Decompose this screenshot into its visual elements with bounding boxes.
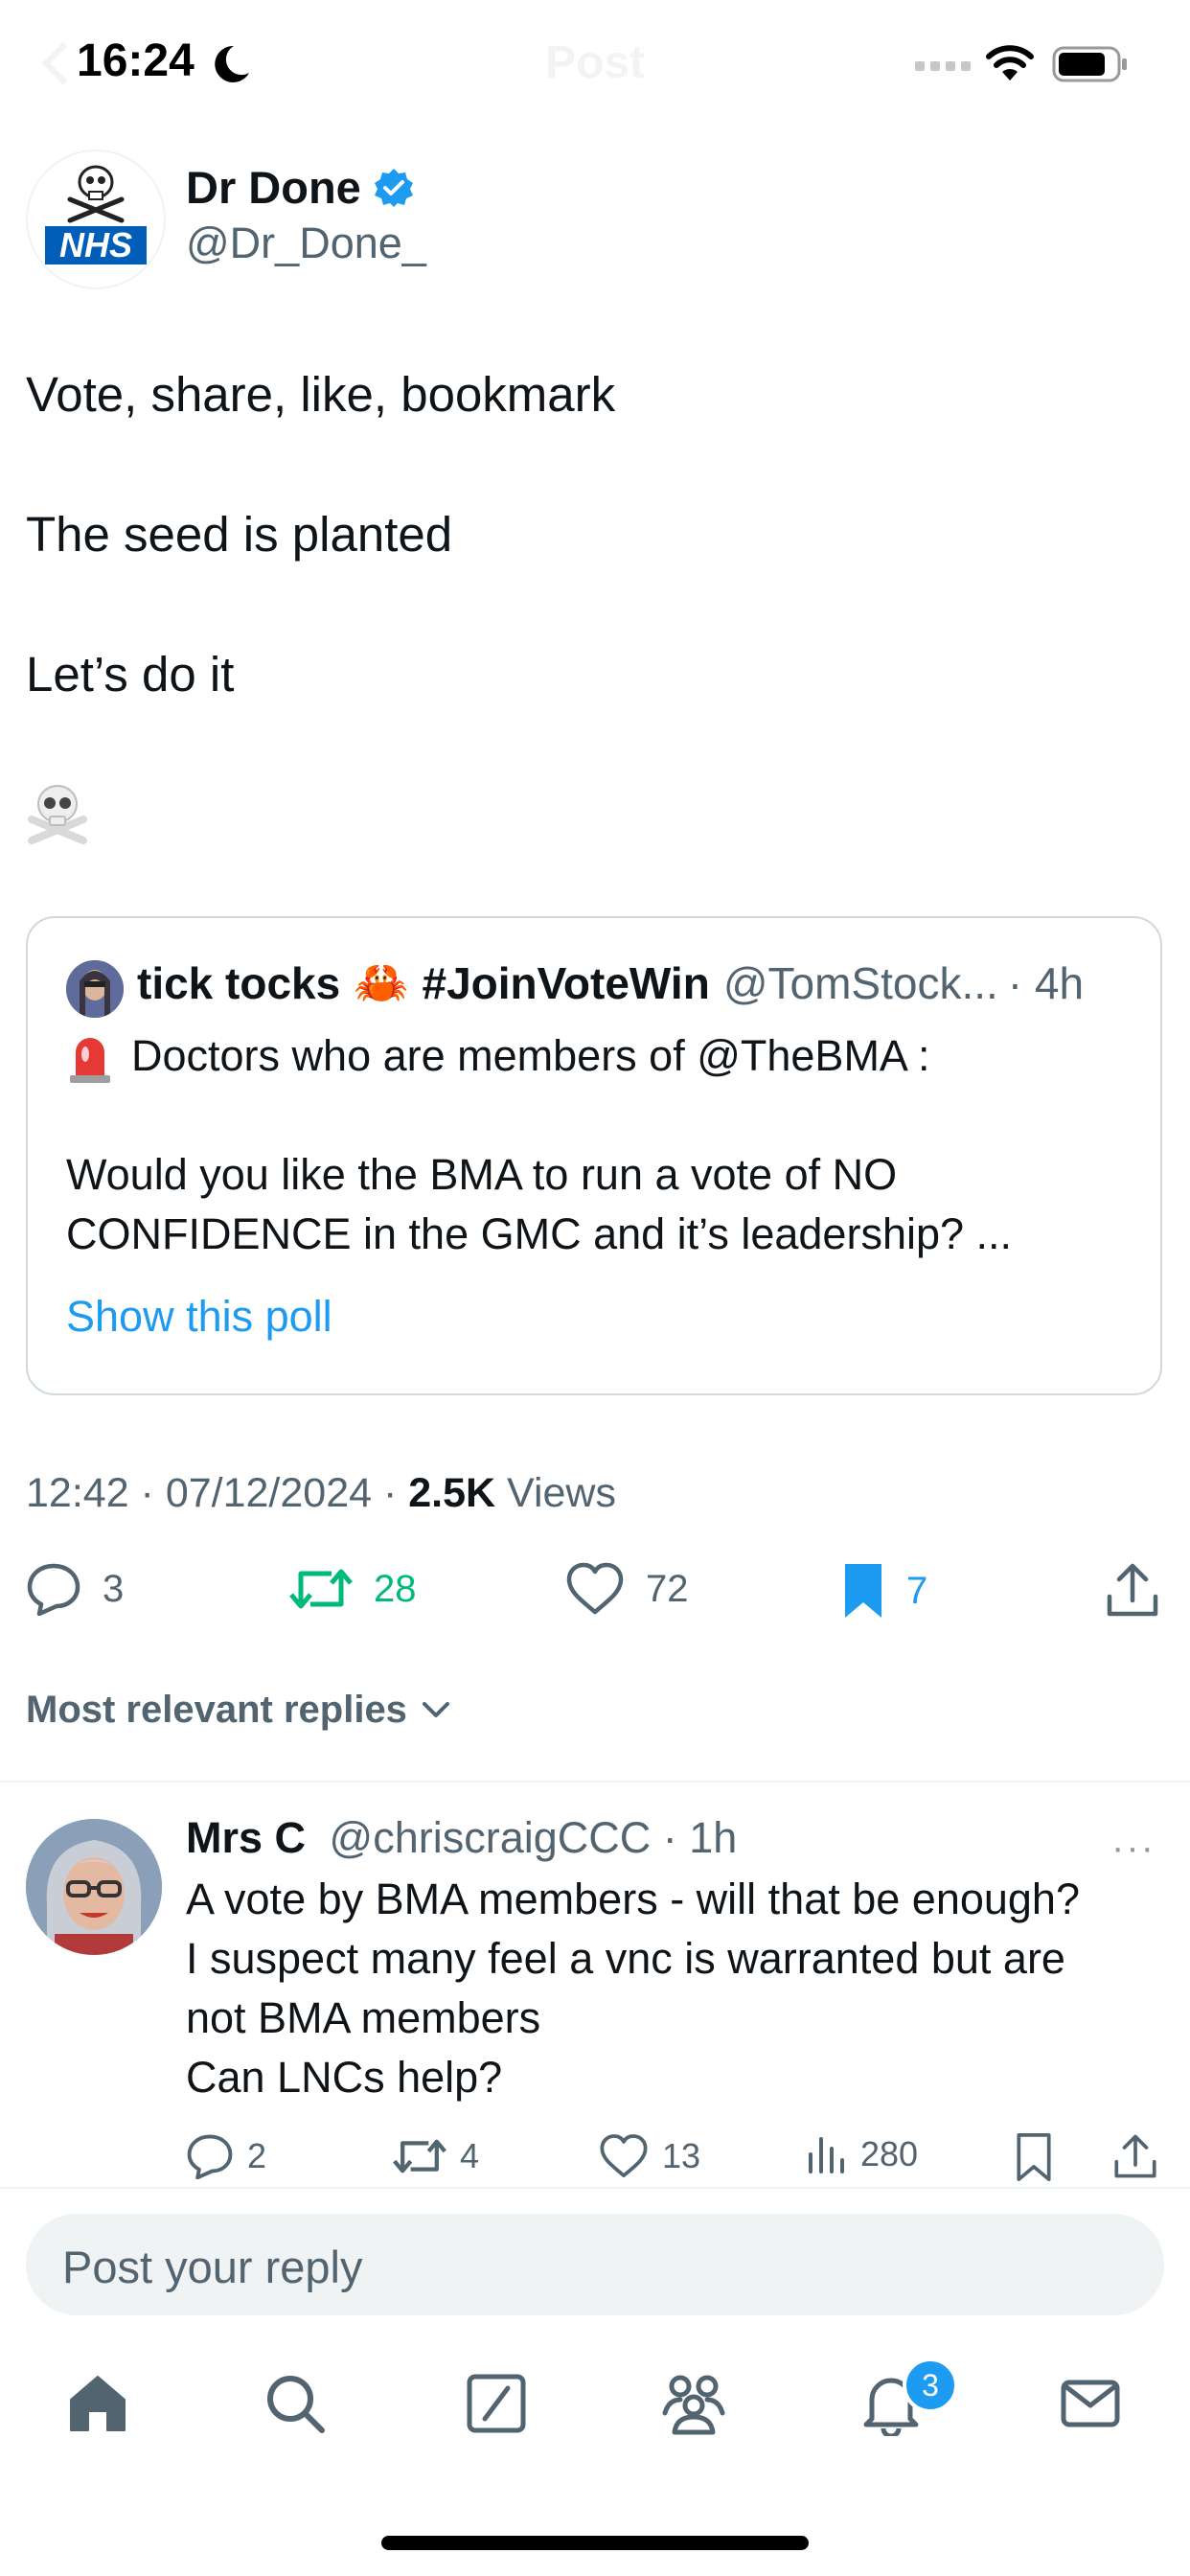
post-text-line: The seed is planted bbox=[26, 507, 453, 562]
quoted-post-header: tick tocks 🦀 #JoinVoteWin @TomStock... ·… bbox=[137, 956, 1084, 1009]
reply-icon bbox=[27, 1563, 80, 1616]
compose-icon bbox=[467, 2374, 526, 2433]
quoted-author-name[interactable]: tick tocks bbox=[137, 957, 340, 1009]
nav-communities[interactable] bbox=[659, 2371, 728, 2441]
reply-reply-count: 2 bbox=[247, 2136, 267, 2175]
skull-emoji bbox=[26, 781, 89, 849]
signal-icon bbox=[915, 61, 971, 71]
more-options-icon[interactable]: ··· bbox=[1111, 1827, 1156, 1870]
reply-author-avatar[interactable] bbox=[26, 1819, 162, 1955]
quoted-author-handle[interactable]: @TomStock... bbox=[723, 957, 998, 1009]
reply-count: 3 bbox=[103, 1567, 125, 1610]
reply-bookmark-button[interactable] bbox=[1016, 2133, 1052, 2181]
reply-views-button[interactable]: 280 bbox=[807, 2133, 918, 2175]
siren-icon bbox=[70, 1038, 110, 1083]
nav-search[interactable] bbox=[263, 2371, 328, 2441]
repost-button[interactable]: 28 bbox=[289, 1562, 417, 1616]
home-indicator[interactable] bbox=[381, 2536, 809, 2550]
reply-icon bbox=[187, 2134, 233, 2179]
show-poll-link[interactable]: Show this poll bbox=[66, 1292, 332, 1342]
skull-crossbones-icon bbox=[28, 785, 87, 844]
reply-like-count: 13 bbox=[662, 2136, 701, 2175]
divider bbox=[0, 2187, 1190, 2189]
reply-views-count: 280 bbox=[860, 2134, 919, 2174]
post-text-line: Let’s do it bbox=[26, 647, 235, 702]
chevron-down-icon bbox=[422, 1701, 449, 1717]
reply-header: Mrs C @chriscraigCCC · 1h bbox=[186, 1813, 737, 1863]
quoted-post-card[interactable]: tick tocks 🦀 #JoinVoteWin @TomStock... ·… bbox=[26, 916, 1162, 1395]
sort-label: Most relevant replies bbox=[26, 1689, 407, 1731]
reply-repost-button[interactable]: 4 bbox=[393, 2133, 479, 2179]
views-count: 2.5K bbox=[408, 1470, 496, 1516]
search-icon bbox=[267, 2376, 325, 2433]
crab-emoji: 🦀 bbox=[354, 957, 409, 1007]
heart-icon bbox=[600, 2134, 648, 2178]
heart-icon bbox=[566, 1562, 624, 1615]
siren-emoji bbox=[66, 1031, 114, 1090]
reply-author-handle[interactable]: @chriscraigCCC bbox=[330, 1813, 652, 1862]
battery-icon bbox=[1052, 46, 1127, 82]
nav-messages[interactable] bbox=[1058, 2371, 1123, 2441]
quoted-author-tag[interactable]: #JoinVoteWin bbox=[423, 957, 710, 1009]
reply-like-button[interactable]: 13 bbox=[599, 2133, 700, 2179]
moon-icon bbox=[215, 45, 249, 82]
author-name-row[interactable]: Dr Done bbox=[186, 161, 415, 214]
reply-text-line: not BMA members bbox=[186, 1993, 541, 2042]
post-detail-screen: Post 16:24 NHS Dr Done @Dr_Done_ Vote, s… bbox=[0, 0, 1190, 2576]
bookmark-icon bbox=[1017, 2133, 1051, 2181]
bookmark-icon bbox=[845, 1564, 881, 1618]
quoted-author-avatar[interactable] bbox=[66, 960, 124, 1018]
home-icon bbox=[70, 2376, 126, 2431]
bookmark-count: 7 bbox=[906, 1569, 928, 1612]
quoted-post-time: · 4h bbox=[1007, 957, 1085, 1008]
post-text-line: Vote, share, like, bookmark bbox=[26, 367, 616, 422]
post-timestamp[interactable]: 12:42 · 07/12/2024 · bbox=[26, 1470, 408, 1516]
like-count: 72 bbox=[646, 1567, 689, 1610]
reply-share-button[interactable] bbox=[1113, 2133, 1157, 2179]
author-handle[interactable]: @Dr_Done_ bbox=[186, 218, 426, 268]
share-icon bbox=[1114, 2134, 1156, 2178]
divider bbox=[0, 1781, 1190, 1782]
skull-nhs-logo: NHS bbox=[45, 165, 147, 264]
reply-text-line: Can LNCs help? bbox=[186, 2053, 503, 2102]
quoted-post-text: Doctors who are members of @TheBMA : bbox=[131, 1031, 930, 1080]
status-time: 16:24 bbox=[77, 35, 195, 86]
repost-count: 28 bbox=[374, 1567, 417, 1610]
post-meta: 12:42 · 07/12/2024 · 2.5K Views bbox=[26, 1470, 616, 1517]
quoted-post-text: CONFIDENCE in the GMC and it’s leadershi… bbox=[66, 1209, 1013, 1258]
reply-repost-count: 4 bbox=[460, 2136, 480, 2175]
reply-button[interactable]: 3 bbox=[26, 1562, 124, 1616]
nav-home[interactable] bbox=[65, 2371, 130, 2441]
replies-sort-dropdown[interactable]: Most relevant replies bbox=[26, 1689, 455, 1732]
reply-text-line: A vote by BMA members - will that be eno… bbox=[186, 1874, 1080, 1923]
verified-badge-icon bbox=[374, 168, 413, 207]
reply-reply-button[interactable]: 2 bbox=[186, 2133, 266, 2179]
share-icon bbox=[1107, 1563, 1158, 1617]
repost-icon bbox=[393, 2139, 446, 2174]
reply-time: · 1h bbox=[651, 1813, 738, 1862]
views-label: Views bbox=[495, 1470, 616, 1516]
repost-icon bbox=[289, 1569, 353, 1609]
wifi-icon bbox=[986, 45, 1034, 80]
analytics-icon bbox=[809, 2137, 844, 2174]
quoted-post-text: Would you like the BMA to run a vote of … bbox=[66, 1150, 898, 1199]
messages-icon bbox=[1061, 2380, 1120, 2427]
nav-compose[interactable] bbox=[464, 2371, 529, 2441]
bookmark-button[interactable]: 7 bbox=[841, 1562, 927, 1620]
reply-input-placeholder: Post your reply bbox=[62, 2242, 363, 2292]
reply-author-name[interactable]: Mrs C bbox=[186, 1813, 306, 1862]
author-avatar[interactable]: NHS bbox=[26, 150, 166, 289]
communities-icon bbox=[662, 2375, 725, 2435]
author-name[interactable]: Dr Done bbox=[186, 161, 361, 214]
share-button[interactable] bbox=[1106, 1562, 1159, 1618]
notification-badge: 3 bbox=[903, 2358, 958, 2413]
status-bar: Post 16:24 bbox=[0, 0, 1190, 134]
like-button[interactable]: 72 bbox=[565, 1562, 689, 1616]
reply-text-line: I suspect many feel a vnc is warranted b… bbox=[186, 1934, 1065, 1983]
reply-input[interactable]: Post your reply bbox=[26, 2214, 1164, 2315]
nhs-logo-text: NHS bbox=[59, 225, 132, 264]
